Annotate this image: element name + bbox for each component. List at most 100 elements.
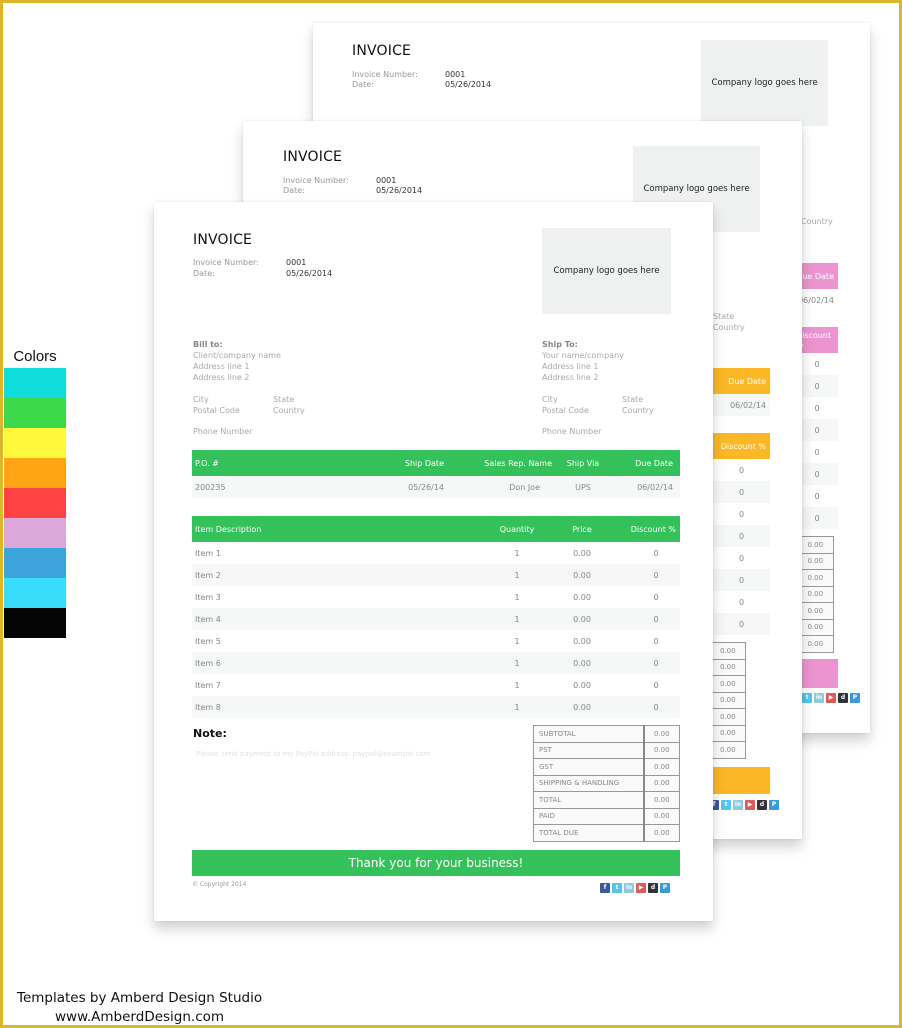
item-discount: 0 (713, 481, 770, 503)
item-quantity: 1 (514, 548, 520, 558)
palette-title: Colors (13, 348, 57, 365)
col-due-date: Due Date (635, 458, 673, 468)
twitter-icon[interactable]: t (802, 693, 812, 703)
invoice-title: INVOICE (352, 43, 412, 59)
item-discount: 0 (653, 636, 659, 646)
totals-value: 0.00 (708, 724, 746, 742)
color-swatch (4, 488, 66, 518)
bill-to-postal: Postal Code (193, 406, 240, 415)
ship-to-city: City (542, 395, 558, 404)
bill-to-city: City (193, 395, 209, 404)
ship-date: 05/26/14 (408, 482, 444, 492)
twitter-icon[interactable]: t (721, 800, 731, 810)
item-price: 0.00 (573, 702, 591, 712)
note-label: Note: (193, 727, 227, 740)
invoice-number: 0001 (286, 258, 307, 267)
item-discount: 0 (796, 507, 838, 529)
ship-to-country: Country (622, 406, 654, 415)
totals-value: 0.00 (796, 618, 834, 636)
bill-to-address1: Address line 1 (193, 362, 250, 371)
item-quantity: 1 (514, 570, 520, 580)
item-row: Item 2 1 0.00 0 (192, 564, 680, 586)
color-swatch (4, 578, 66, 608)
digg-icon[interactable]: d (757, 800, 767, 810)
item-row: Item 7 1 0.00 0 (192, 674, 680, 696)
totals-row: 0.00 (796, 635, 834, 653)
paypal-icon[interactable]: P (660, 883, 670, 893)
order-table: P.O. # Ship Date Sales Rep. Name Ship Vi… (192, 450, 680, 498)
logo-placeholder: Company logo goes here (542, 228, 671, 314)
items-table-back: Discount % 0 0 0 0 0 0 0 0 (713, 433, 770, 635)
ship-to-name: Your name/company (542, 351, 624, 360)
youtube-icon[interactable]: ▶ (826, 693, 836, 703)
totals-row: GST 0.00 (533, 758, 680, 776)
paypal-icon[interactable]: P (850, 693, 860, 703)
linkedin-icon[interactable]: in (624, 883, 634, 893)
invoice-date-label: Date: (283, 186, 305, 195)
item-price: 0.00 (573, 680, 591, 690)
totals-value: 0.00 (796, 536, 834, 554)
totals-value: 0.00 (708, 741, 746, 759)
item-discount: 0 (713, 525, 770, 547)
totals-table: SUBTOTAL 0.00 PST 0.00 GST 0.00 SHIPPING & HAN… (533, 725, 680, 842)
color-swatch (4, 548, 66, 578)
totals-value: 0.00 (708, 642, 746, 660)
col-discount: Discount % (630, 524, 676, 534)
invoice-title: INVOICE (193, 232, 253, 248)
item-discount: 0 (796, 419, 838, 441)
discount-header: Discount % (713, 433, 770, 459)
youtube-icon[interactable]: ▶ (636, 883, 646, 893)
totals-value: 0.00 (708, 691, 746, 709)
facebook-icon[interactable]: f (600, 883, 610, 893)
due-date-value: 06/02/14 (713, 394, 770, 416)
item-price: 0.00 (573, 592, 591, 602)
totals-row: PST 0.00 (533, 741, 680, 759)
due-date-header: Due Date (796, 263, 838, 289)
order-table-back: Due Date 06/02/14 (796, 263, 838, 311)
col-po: P.O. # (195, 458, 219, 468)
totals-value: 0.00 (642, 774, 680, 792)
color-swatch (4, 398, 66, 428)
item-row: Item 1 1 0.00 0 (192, 542, 680, 564)
ship-to-block: Ship To: Your name/company Address line … (542, 339, 692, 437)
items-table: Item Description Quantity Price Discount… (192, 516, 680, 718)
item-row: Item 4 1 0.00 0 (192, 608, 680, 630)
due-date-header: Due Date (713, 368, 770, 394)
logo-placeholder: Company logo goes here (701, 40, 828, 126)
ship-via: UPS (575, 482, 591, 492)
bill-to-name: Client/company name (193, 351, 281, 360)
item-description: Item 7 (195, 680, 221, 690)
totals-row: SHIPPING & HANDLING 0.00 (533, 774, 680, 792)
item-discount: 0 (796, 375, 838, 397)
invoice-date-label: Date: (352, 80, 374, 89)
linkedin-icon[interactable]: in (733, 800, 743, 810)
social-icons: f t in ▶ d P (600, 883, 670, 893)
twitter-icon[interactable]: t (612, 883, 622, 893)
item-discount: 0 (796, 463, 838, 485)
item-description: Item 8 (195, 702, 221, 712)
item-discount: 0 (713, 569, 770, 591)
item-discount: 0 (738, 465, 745, 475)
item-description: Item 5 (195, 636, 221, 646)
totals-label: PAID (533, 807, 644, 825)
item-quantity: 1 (514, 702, 520, 712)
totals-row: 0.00 (796, 569, 834, 587)
item-description: Item 4 (195, 614, 221, 624)
items-table-back: Discount % 0 0 0 0 0 0 0 0 (796, 327, 838, 529)
po-number: 200235 (195, 482, 226, 492)
paypal-icon[interactable]: P (769, 800, 779, 810)
item-discount: 0 (814, 447, 820, 457)
youtube-icon[interactable]: ▶ (745, 800, 755, 810)
linkedin-icon[interactable]: in (814, 693, 824, 703)
ship-to-phone: Phone Number (542, 427, 602, 436)
digg-icon[interactable]: d (648, 883, 658, 893)
credits-website[interactable]: www.AmberdDesign.com (17, 1008, 262, 1027)
item-discount: 0 (738, 597, 745, 607)
totals-value: 0.00 (796, 552, 834, 570)
totals-row: TOTAL 0.00 (533, 791, 680, 809)
totals-label: PST (533, 741, 644, 759)
totals-value: 0.00 (642, 758, 680, 776)
item-row: Item 8 1 0.00 0 (192, 696, 680, 718)
digg-icon[interactable]: d (838, 693, 848, 703)
invoice-number-label: Invoice Number: (193, 258, 259, 267)
